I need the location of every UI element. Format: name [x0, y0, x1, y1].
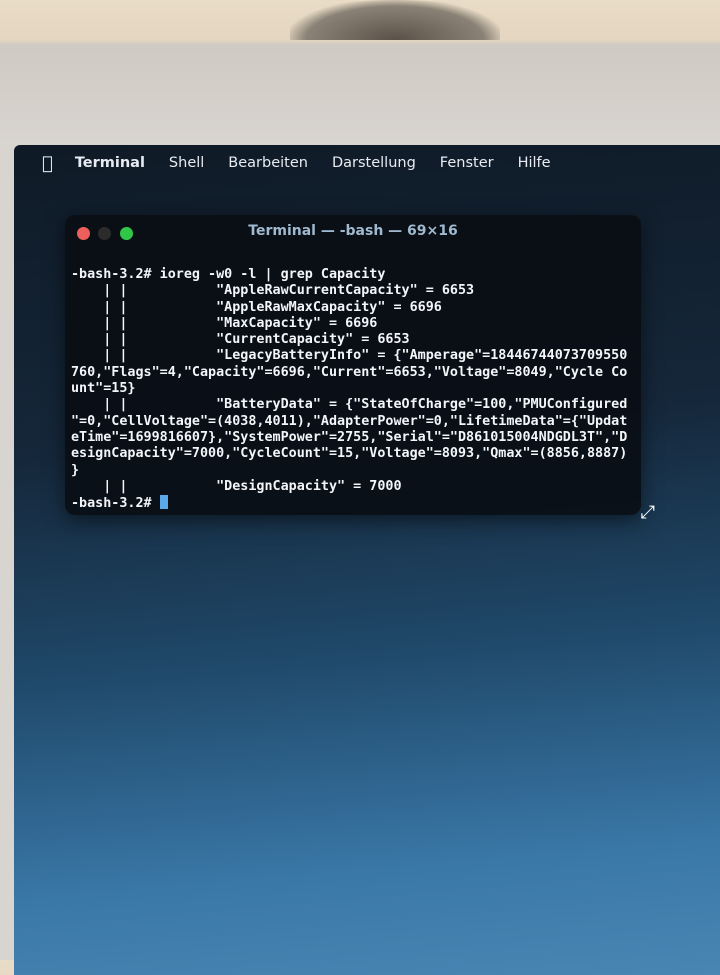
prompt: -bash-3.2#: [71, 496, 160, 512]
menu-bearbeiten[interactable]: Bearbeiten: [228, 155, 308, 171]
window-title: Terminal — -bash — 69×16: [248, 223, 458, 239]
output-line: }: [71, 462, 80, 478]
output-line: -bash-3.2# ioreg -w0 -l | grep Capacity: [71, 267, 386, 282]
resize-cursor-icon[interactable]: ⤢: [641, 502, 655, 523]
output-line: "=0,"CellVoltage"=(4038,4011),"AdapterPo…: [71, 413, 628, 429]
text-cursor: [159, 495, 168, 510]
output-line: | | "DesignCapacity" = 7000: [71, 478, 402, 494]
menu-fenster[interactable]: Fenster: [440, 155, 494, 171]
output-line: | | "AppleRawCurrentCapacity" = 6653: [71, 283, 475, 299]
desktop:  Terminal Shell Bearbeiten Darstellung …: [14, 145, 720, 975]
terminal-window[interactable]: Terminal — -bash — 69×16 -bash-3.2# iore…: [65, 215, 655, 523]
menu-darstellung[interactable]: Darstellung: [332, 155, 416, 171]
apple-menu-icon[interactable]: : [42, 153, 53, 174]
terminal-output[interactable]: -bash-3.2# ioreg -w0 -l | grep Capacity …: [71, 267, 627, 512]
menu-shell[interactable]: Shell: [169, 155, 204, 171]
output-line: | | "CurrentCapacity" = 6653: [71, 332, 410, 348]
output-line: | | "MaxCapacity" = 6696: [71, 315, 378, 331]
output-line: | | "LegacyBatteryInfo" = {"Amperage"=18…: [71, 348, 628, 364]
menu-terminal[interactable]: Terminal: [75, 155, 145, 171]
output-line: eTime"=1699816607},"SystemPower"=2755,"S…: [71, 429, 628, 445]
menu-hilfe[interactable]: Hilfe: [518, 155, 551, 171]
background-shadow: [290, 0, 500, 40]
output-line: esignCapacity"=7000,"CycleCount"=15,"Vol…: [71, 446, 628, 462]
output-line: | | "BatteryData" = {"StateOfCharge"=100…: [71, 397, 628, 413]
output-line: | | "AppleRawMaxCapacity" = 6696: [71, 299, 442, 315]
menu-bar:  Terminal Shell Bearbeiten Darstellung …: [14, 145, 720, 181]
output-line: unt"=15}: [71, 381, 136, 397]
title-bar[interactable]: Terminal — -bash — 69×16: [65, 215, 641, 249]
output-line: 760,"Flags"=4,"Capacity"=6696,"Current"=…: [71, 364, 628, 380]
